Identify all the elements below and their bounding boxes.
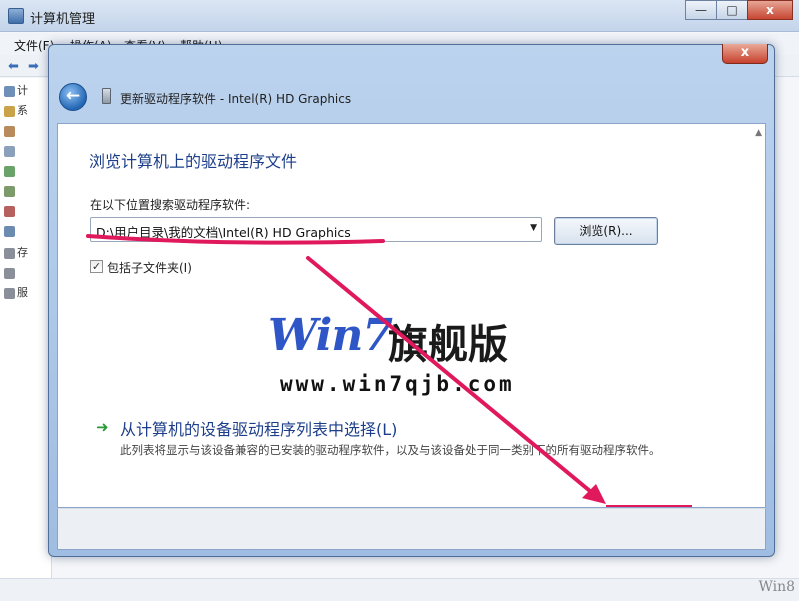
tree-item[interactable]	[4, 264, 17, 282]
watermark-logo-cn: 旗舰版	[388, 322, 508, 368]
dialog-title: 更新驱动程序软件 - Intel(R) HD Graphics	[120, 92, 352, 106]
browse-button[interactable]: 浏览(R)...	[554, 217, 658, 245]
event-icon	[4, 145, 15, 157]
include-subfolders-label: 包括子文件夹(I)	[107, 261, 192, 275]
page-heading: 浏览计算机上的驱动程序文件	[89, 152, 298, 171]
device-manager-icon	[4, 225, 15, 237]
clock-icon	[4, 125, 15, 137]
corner-watermark: Win8	[758, 579, 795, 595]
bg-titlebar: 计算机管理 — □ x	[0, 0, 799, 32]
bg-close-button[interactable]: x	[747, 0, 793, 20]
performance-icon	[4, 205, 15, 217]
tree-item[interactable]	[4, 142, 17, 160]
bg-window-title: 计算机管理	[30, 12, 96, 27]
watermark-url: www.win7qjb.com	[280, 372, 515, 396]
tree-item[interactable]	[4, 162, 17, 180]
pick-from-list-description: 此列表将显示与该设备兼容的已安装的驱动程序软件，以及与该设备处于同一类别下的所有…	[120, 443, 661, 457]
tree-item[interactable]: 系	[4, 102, 28, 120]
tree-item[interactable]	[4, 202, 17, 220]
include-subfolders-checkbox[interactable]: ✓	[90, 260, 103, 273]
back-arrow-icon[interactable]: ⬅	[8, 59, 19, 74]
dialog-footer	[57, 508, 766, 550]
search-location-label: 在以下位置搜索驱动程序软件:	[90, 198, 251, 212]
tree-item[interactable]: 存	[4, 244, 28, 262]
services-icon	[4, 287, 15, 299]
dialog-content: ▲ 浏览计算机上的驱动程序文件 在以下位置搜索驱动程序软件: D:\用户目录\我…	[57, 123, 766, 508]
tree-item[interactable]: 计	[4, 82, 28, 100]
minimize-button[interactable]: —	[685, 0, 717, 20]
computer-icon	[4, 85, 15, 97]
tree-item[interactable]	[4, 222, 17, 240]
dropdown-arrow-icon[interactable]: ▼	[530, 223, 537, 233]
dialog-header: ← 更新驱动程序软件 - Intel(R) HD Graphics	[57, 71, 766, 121]
folder-share-icon	[4, 165, 15, 177]
users-icon	[4, 185, 15, 197]
forward-arrow-icon[interactable]: ➡	[28, 59, 39, 74]
dialog-close-button[interactable]: x	[722, 44, 768, 64]
scroll-up-icon[interactable]: ▲	[755, 128, 762, 138]
storage-icon	[4, 247, 15, 259]
pick-from-list-title[interactable]: 从计算机的设备驱动程序列表中选择(L)	[120, 416, 397, 440]
disk-icon	[4, 267, 15, 279]
tree-item[interactable]	[4, 122, 17, 140]
tree-item[interactable]: 服	[4, 284, 28, 302]
back-button[interactable]: ←	[59, 83, 87, 111]
search-path-value: D:\用户目录\我的文档\Intel(R) HD Graphics	[96, 225, 351, 240]
computer-management-icon	[8, 8, 24, 24]
search-path-combobox[interactable]: D:\用户目录\我的文档\Intel(R) HD Graphics ▼	[90, 217, 542, 242]
update-driver-dialog: x ← 更新驱动程序软件 - Intel(R) HD Graphics ▲ 浏览…	[48, 44, 775, 557]
bg-tree-pane: 计 系 存 服	[0, 78, 52, 578]
tools-icon	[4, 105, 15, 117]
tree-item[interactable]	[4, 182, 17, 200]
bg-statusbar	[0, 578, 799, 601]
watermark-logo: Win7	[268, 310, 393, 361]
bg-window-buttons: — □ x	[685, 0, 793, 20]
green-arrow-icon: ➜	[96, 418, 109, 436]
maximize-button[interactable]: □	[716, 0, 748, 20]
device-icon	[102, 88, 111, 104]
win7qjb-watermark: Win7 旗舰版 www.win7qjb.com	[268, 310, 608, 410]
